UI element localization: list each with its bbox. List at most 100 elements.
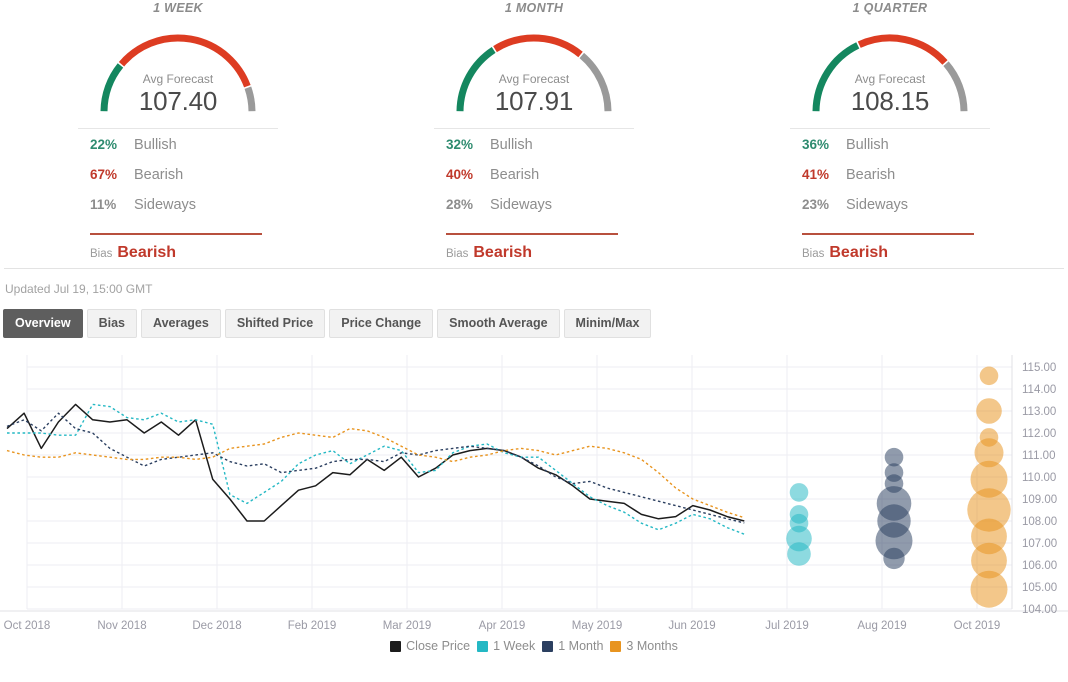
legend-swatch-icon <box>390 640 402 652</box>
x-axis-tick-label: Dec 2018 <box>192 620 241 632</box>
series-line-1-week <box>7 403 745 535</box>
sentiment-row-bullish: 36% Bullish <box>790 137 990 167</box>
tab-label: Smooth Average <box>449 316 548 330</box>
tab-shifted-price[interactable]: Shifted Price <box>224 309 326 338</box>
gauge-segment-bullish <box>100 63 124 112</box>
y-axis-tick-label: 114.00 <box>1022 384 1056 396</box>
y-axis-tick-label: 110.00 <box>1022 472 1056 484</box>
y-axis-tick-label: 109.00 <box>1022 494 1057 506</box>
x-axis-tick-label: Mar 2019 <box>383 620 432 632</box>
gauge-segment-sideways <box>943 61 968 112</box>
tab-smooth-average[interactable]: Smooth Average <box>437 309 560 338</box>
legend-item[interactable]: Close Price <box>390 639 470 653</box>
sentiment-row-sideways: 23% Sideways <box>790 197 990 227</box>
tab-label: Price Change <box>341 316 422 330</box>
tab-price-change[interactable]: Price Change <box>329 309 434 338</box>
legend-item[interactable]: 3 Months <box>610 639 678 653</box>
x-axis-tick-label: Apr 2019 <box>479 620 526 632</box>
forecast-bubble <box>976 398 1002 424</box>
tab-label: Shifted Price <box>236 316 314 330</box>
y-axis-tick-label: 113.00 <box>1022 406 1056 418</box>
gauge-1-week: Avg Forecast 107.40 <box>87 20 269 116</box>
chart-svg: 115.00 114.00 113.00 112.00 111.00 110.00 109.… <box>0 355 1068 632</box>
tab-bias[interactable]: Bias <box>86 309 137 338</box>
tab-label: Bias <box>98 316 125 330</box>
x-axis-tick-label: Oct 2018 <box>4 620 51 632</box>
chart-x-axis-labels: Oct 2018 Nov 2018 Dec 2018 Feb 2019 Mar 2019… <box>4 620 1001 632</box>
bullish-percent: 22% <box>90 137 118 152</box>
bullish-label: Bullish <box>134 137 177 153</box>
bearish-percent: 41% <box>802 167 830 182</box>
y-axis-tick-label: 108.00 <box>1022 516 1057 528</box>
bullish-label: Bullish <box>846 137 889 153</box>
bullish-percent: 32% <box>446 137 474 152</box>
tab-label: Minim/Max <box>575 316 640 330</box>
forecast-card-1-week: 1 WEEK Avg Forecast 107.40 22% Bullish 6… <box>0 0 356 268</box>
card-title: 1 WEEK <box>153 1 203 15</box>
gauge-arc-group <box>100 34 256 112</box>
tab-overview[interactable]: Overview <box>3 309 83 338</box>
sentiment-row-bullish: 32% Bullish <box>434 137 634 167</box>
bearish-label: Bearish <box>490 167 540 183</box>
bias-value: Bearish <box>829 244 889 261</box>
sideways-percent: 11% <box>90 197 117 212</box>
tab-label: Averages <box>153 316 209 330</box>
bearish-percent: 67% <box>90 167 118 182</box>
bias-value: Bearish <box>473 244 533 261</box>
x-axis-tick-label: Aug 2019 <box>857 620 906 632</box>
bias-label: Bias <box>802 248 825 260</box>
gauge-arc-group <box>456 34 612 112</box>
x-axis-tick-label: Feb 2019 <box>288 620 337 632</box>
updated-timestamp: Updated Jul 19, 15:00 GMT <box>5 282 153 296</box>
legend-swatch-icon <box>610 640 622 652</box>
bias-label: Bias <box>90 248 113 260</box>
bearish-percent: 40% <box>446 167 474 182</box>
y-axis-tick-label: 104.00 <box>1022 604 1057 616</box>
forecast-chart: 115.00 114.00 113.00 112.00 111.00 110.00 109.… <box>0 355 1068 655</box>
series-line-3-months <box>6 427 745 519</box>
gauge-segment-bearish <box>493 34 583 58</box>
forecast-card-1-quarter: 1 QUARTER Avg Forecast 108.15 36% Bullis… <box>712 0 1068 268</box>
sentiment-row-bearish: 40% Bearish <box>434 167 634 197</box>
card-title: 1 MONTH <box>504 1 564 15</box>
tab-averages[interactable]: Averages <box>141 309 221 338</box>
chart-grid <box>0 355 1068 612</box>
bullish-percent: 36% <box>802 137 830 152</box>
legend-label: 1 Week <box>493 639 536 653</box>
sideways-label: Sideways <box>490 197 553 213</box>
forecast-cards-row: 1 WEEK Avg Forecast 107.40 22% Bullish 6… <box>0 0 1068 268</box>
legend-item[interactable]: 1 Week <box>477 639 535 653</box>
sentiment-row-bearish: 41% Bearish <box>790 167 990 197</box>
sentiment-list: 32% Bullish 40% Bearish 28% Sideways <box>434 137 634 227</box>
legend-swatch-icon <box>542 640 554 652</box>
sentiment-list: 22% Bullish 67% Bearish 11% Sideways <box>78 137 278 227</box>
bearish-label: Bearish <box>134 167 184 183</box>
sentiment-row-bullish: 22% Bullish <box>78 137 278 167</box>
y-axis-tick-label: 107.00 <box>1022 538 1057 550</box>
gauge-segment-sideways <box>244 86 256 112</box>
bearish-label: Bearish <box>846 167 896 183</box>
gauge-1-quarter: Avg Forecast 108.15 <box>799 20 981 116</box>
y-axis-tick-label: 112.00 <box>1022 428 1056 440</box>
legend-item[interactable]: 1 Month <box>542 639 603 653</box>
bias-value: Bearish <box>117 244 177 261</box>
gauge-segment-bullish <box>456 47 496 112</box>
chart-lines <box>6 403 745 535</box>
sentiment-list: 36% Bullish 41% Bearish 23% Sideways <box>790 137 990 227</box>
bias-row: Bias Bearish <box>434 235 634 262</box>
legend-swatch-icon <box>477 640 489 652</box>
gauge-arc-svg <box>812 34 968 112</box>
y-axis-tick-label: 115.00 <box>1022 362 1056 374</box>
chart-tab-bar: Overview Bias Averages Shifted Price Price C… <box>0 309 1068 355</box>
legend-label: Close Price <box>406 639 471 653</box>
card-body: 22% Bullish 67% Bearish 11% Sideways Bia… <box>78 116 278 262</box>
gauge-segment-bearish <box>118 34 251 88</box>
series-line-close-price <box>6 403 745 522</box>
tab-minim-max[interactable]: Minim/Max <box>563 309 652 338</box>
chart-y-axis-labels: 115.00 114.00 113.00 112.00 111.00 110.00 109.… <box>1022 362 1057 616</box>
bias-row: Bias Bearish <box>790 235 990 262</box>
sideways-percent: 23% <box>802 197 830 212</box>
y-axis-tick-label: 105.00 <box>1022 582 1057 594</box>
sentiment-row-sideways: 11% Sideways <box>78 197 278 227</box>
y-axis-tick-label: 111.00 <box>1022 450 1055 462</box>
